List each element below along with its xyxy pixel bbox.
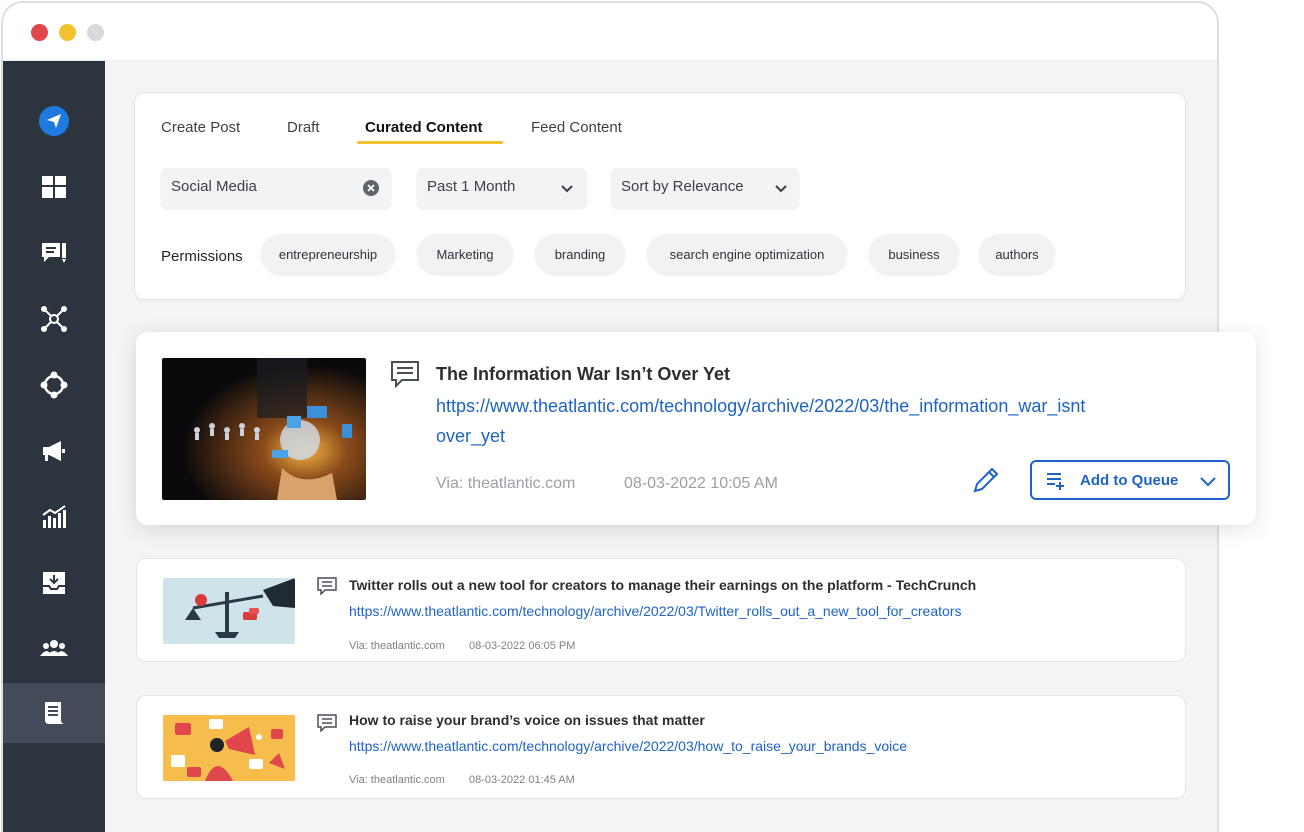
send-logo-icon <box>39 106 69 136</box>
post-card[interactable]: Twitter rolls out a new tool for creator… <box>136 558 1186 662</box>
team-icon <box>40 640 68 656</box>
post-title: How to raise your brand’s voice on issue… <box>349 712 705 728</box>
megaphone-icon <box>43 441 65 461</box>
permission-chip[interactable]: authors <box>979 234 1055 274</box>
chevron-down-icon[interactable] <box>1198 472 1218 490</box>
post-url-continued[interactable]: over_yet <box>436 426 505 447</box>
post-thumbnail <box>163 578 295 644</box>
search-input[interactable]: Social Media <box>161 168 391 208</box>
sidebar-item-team[interactable] <box>3 619 105 679</box>
post-title: The Information War Isn’t Over Yet <box>436 364 731 384</box>
post-url[interactable]: https://www.theatlantic.com/technology/a… <box>436 396 1085 417</box>
minimize-window-button[interactable] <box>59 24 76 41</box>
permission-chip[interactable]: business <box>869 234 959 274</box>
time-range-select[interactable]: Past 1 Month <box>417 168 587 208</box>
clear-icon[interactable] <box>361 178 381 198</box>
search-input-value: Social Media <box>171 178 257 195</box>
post-card[interactable]: How to raise your brand’s voice on issue… <box>136 695 1186 799</box>
post-url[interactable]: https://www.theatlantic.com/technology/a… <box>349 603 961 619</box>
sort-value: Sort by Relevance <box>621 178 744 195</box>
analytics-icon <box>42 505 66 528</box>
dashboard-icon <box>42 176 66 198</box>
tab-create-post[interactable]: Create Post <box>161 119 240 136</box>
content-list-icon <box>45 702 65 724</box>
time-range-value: Past 1 Month <box>427 178 516 195</box>
permission-chip[interactable]: Marketing <box>417 234 513 274</box>
post-date: 08-03-2022 10:05 AM <box>624 475 778 492</box>
tab-feed-content[interactable]: Feed Content <box>531 119 622 136</box>
sidebar-item-content[interactable] <box>3 683 105 743</box>
permission-chip[interactable]: entrepreneurship <box>261 234 395 274</box>
title-bar <box>3 3 1217 61</box>
network-icon <box>41 306 67 332</box>
post-date: 08-03-2022 01:45 AM <box>469 774 575 786</box>
permissions-label: Permissions <box>161 248 243 265</box>
article-icon <box>317 577 337 595</box>
sidebar-item-home[interactable] <box>3 91 105 151</box>
sidebar-item-dashboard[interactable] <box>3 157 105 217</box>
compose-icon <box>42 243 66 263</box>
tab-draft[interactable]: Draft <box>287 119 320 136</box>
article-icon <box>391 361 419 388</box>
chevron-down-icon <box>775 185 787 193</box>
featured-post-card[interactable]: The Information War Isn’t Over Yet https… <box>136 332 1256 525</box>
sort-select[interactable]: Sort by Relevance <box>611 168 799 208</box>
post-thumbnail <box>162 358 366 500</box>
sidebar-item-analytics[interactable] <box>3 487 105 547</box>
sidebar-item-campaigns[interactable] <box>3 421 105 481</box>
article-icon <box>317 714 337 732</box>
sidebar-item-network[interactable] <box>3 289 105 349</box>
post-date: 08-03-2022 06:05 PM <box>469 640 576 652</box>
add-to-queue-label: Add to Queue <box>1080 472 1179 489</box>
post-source: Via: theatlantic.com <box>349 640 445 652</box>
tab-curated-content[interactable]: Curated Content <box>365 119 483 136</box>
chevron-down-icon <box>561 185 573 193</box>
permission-chip[interactable]: search engine optimization <box>647 234 847 274</box>
close-window-button[interactable] <box>31 24 48 41</box>
connections-icon <box>40 371 68 399</box>
sidebar-item-connections[interactable] <box>3 355 105 415</box>
sidebar <box>3 61 105 832</box>
maximize-window-button[interactable] <box>87 24 104 41</box>
inbox-download-icon <box>43 572 65 594</box>
active-tab-indicator <box>357 141 503 144</box>
post-title: Twitter rolls out a new tool for creator… <box>349 577 977 593</box>
add-to-queue-button[interactable]: Add to Queue <box>1030 460 1230 500</box>
filter-panel: Create Post Draft Curated Content Feed C… <box>134 92 1186 300</box>
queue-add-icon <box>1047 473 1064 490</box>
post-source: Via: theatlantic.com <box>436 475 576 492</box>
post-thumbnail <box>163 715 295 781</box>
post-url[interactable]: https://www.theatlantic.com/technology/a… <box>349 738 907 754</box>
sidebar-item-compose[interactable] <box>3 223 105 283</box>
post-source: Via: theatlantic.com <box>349 774 445 786</box>
sidebar-item-downloads[interactable] <box>3 553 105 613</box>
edit-pencil-icon[interactable] <box>970 464 1002 496</box>
permission-chip[interactable]: branding <box>535 234 625 274</box>
